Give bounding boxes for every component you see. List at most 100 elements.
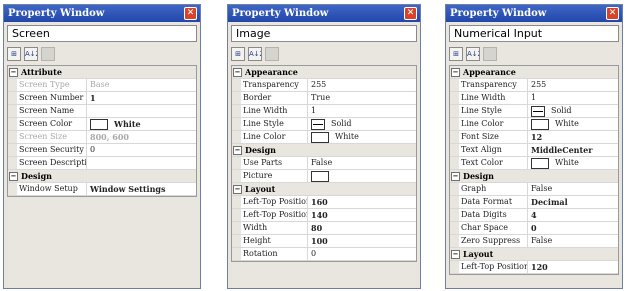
property-value[interactable]: Window Settings bbox=[87, 183, 196, 195]
property-value[interactable]: False bbox=[308, 157, 416, 169]
property-row[interactable]: Screen Color White bbox=[8, 118, 196, 131]
categorized-icon[interactable]: ⊞ bbox=[449, 47, 463, 61]
property-value-text: True bbox=[311, 93, 331, 102]
property-row[interactable]: Rotation 0 bbox=[232, 248, 416, 261]
property-value[interactable] bbox=[87, 105, 196, 117]
property-row[interactable]: Left-Top Position X120 bbox=[450, 261, 618, 274]
sort-alphabetical-icon[interactable]: A↓Z bbox=[466, 47, 480, 61]
category-appearance[interactable]: − Appearance bbox=[450, 66, 618, 79]
property-row[interactable]: Window Setup Window Settings bbox=[8, 183, 196, 196]
property-value[interactable]: 80 bbox=[308, 222, 416, 234]
collapse-icon[interactable]: − bbox=[233, 184, 242, 194]
window-title: Property Window bbox=[232, 8, 329, 19]
property-row[interactable]: Left-Top Position X160 bbox=[232, 196, 416, 209]
property-value[interactable]: False bbox=[528, 235, 618, 247]
property-name: Transparency bbox=[241, 79, 308, 91]
collapse-icon[interactable]: − bbox=[233, 67, 242, 77]
close-icon[interactable]: ✕ bbox=[184, 7, 197, 20]
property-row[interactable]: Screen Name bbox=[8, 105, 196, 118]
property-row[interactable]: Screen Security 0 bbox=[8, 144, 196, 157]
property-name: Line Color bbox=[459, 118, 528, 130]
collapse-icon[interactable]: − bbox=[9, 67, 18, 77]
property-row[interactable]: Line Style Solid bbox=[232, 118, 416, 131]
property-value[interactable]: White bbox=[308, 131, 416, 143]
property-row[interactable]: Transparency 255 bbox=[232, 79, 416, 92]
category-design[interactable]: − Design bbox=[450, 170, 618, 183]
property-value[interactable]: False bbox=[528, 183, 618, 195]
property-row[interactable]: Text Align MiddleCenter bbox=[450, 144, 618, 157]
property-row[interactable]: Height 100 bbox=[232, 235, 416, 248]
property-row[interactable]: Line Width 1 bbox=[450, 92, 618, 105]
property-row[interactable]: Line Color White bbox=[232, 131, 416, 144]
category-attribute[interactable]: − Attribute bbox=[8, 66, 196, 79]
property-row[interactable]: Data Digits 4 bbox=[450, 209, 618, 222]
close-icon[interactable]: ✕ bbox=[606, 7, 619, 20]
collapse-icon[interactable]: − bbox=[9, 171, 18, 181]
property-value[interactable] bbox=[87, 157, 196, 169]
property-value[interactable] bbox=[308, 170, 416, 182]
property-row[interactable]: Picture bbox=[232, 170, 416, 183]
property-row[interactable]: Font Size 12 bbox=[450, 131, 618, 144]
property-value[interactable]: Base bbox=[87, 79, 196, 91]
property-row[interactable]: Graph False bbox=[450, 183, 618, 196]
collapse-icon[interactable]: − bbox=[451, 249, 460, 259]
collapse-icon[interactable]: − bbox=[451, 171, 460, 181]
line-style-icon bbox=[531, 105, 545, 117]
property-value[interactable]: 4 bbox=[528, 209, 618, 221]
property-row[interactable]: Data Format Decimal bbox=[450, 196, 618, 209]
property-value[interactable]: Solid bbox=[528, 105, 618, 117]
property-row[interactable]: Use Parts False bbox=[232, 157, 416, 170]
categorized-icon[interactable]: ⊞ bbox=[7, 47, 21, 61]
property-value[interactable]: White bbox=[87, 118, 196, 130]
property-row[interactable]: Screen Description bbox=[8, 157, 196, 170]
property-row[interactable]: Text Color White bbox=[450, 157, 618, 170]
color-swatch-icon bbox=[90, 118, 108, 130]
property-value[interactable]: White bbox=[528, 118, 618, 130]
property-value[interactable]: White bbox=[528, 157, 618, 169]
categorized-icon[interactable]: ⊞ bbox=[231, 47, 245, 61]
property-row[interactable]: Screen Number 1 bbox=[8, 92, 196, 105]
property-value[interactable]: 0 bbox=[308, 248, 416, 260]
property-row[interactable]: Left-Top Position Y140 bbox=[232, 209, 416, 222]
property-value[interactable]: 0 bbox=[528, 222, 618, 234]
property-row[interactable]: Line Width 1 bbox=[232, 105, 416, 118]
sort-alphabetical-icon[interactable]: A↓Z bbox=[248, 47, 262, 61]
property-value[interactable]: 255 bbox=[528, 79, 618, 91]
property-value[interactable]: 100 bbox=[308, 235, 416, 247]
property-value[interactable]: Solid bbox=[308, 118, 416, 130]
property-value[interactable]: 120 bbox=[528, 261, 618, 273]
sort-alphabetical-icon[interactable]: A↓Z bbox=[24, 47, 38, 61]
close-icon[interactable]: ✕ bbox=[404, 7, 417, 20]
property-value-text: 80 bbox=[311, 223, 323, 233]
property-row[interactable]: Width 80 bbox=[232, 222, 416, 235]
category-appearance[interactable]: − Appearance bbox=[232, 66, 416, 79]
property-value[interactable]: 800, 600 bbox=[87, 131, 196, 143]
property-value[interactable]: 1 bbox=[308, 105, 416, 117]
property-value[interactable]: 140 bbox=[308, 209, 416, 221]
property-value[interactable]: Decimal bbox=[528, 196, 618, 208]
category-design[interactable]: − Design bbox=[8, 170, 196, 183]
collapse-icon[interactable]: − bbox=[451, 67, 460, 77]
property-value[interactable]: 12 bbox=[528, 131, 618, 143]
property-row[interactable]: Screen Type Base bbox=[8, 79, 196, 92]
row-gutter bbox=[232, 222, 241, 234]
property-row[interactable]: Line Style Solid bbox=[450, 105, 618, 118]
property-value[interactable]: 160 bbox=[308, 196, 416, 208]
collapse-icon[interactable]: − bbox=[233, 145, 242, 155]
property-name: Left-Top Position Y bbox=[243, 209, 308, 221]
property-value[interactable]: 255 bbox=[308, 79, 416, 91]
property-row[interactable]: Transparency 255 bbox=[450, 79, 618, 92]
property-value[interactable]: 1 bbox=[528, 92, 618, 104]
category-layout[interactable]: − Layout bbox=[450, 248, 618, 261]
category-design[interactable]: − Design bbox=[232, 144, 416, 157]
property-value[interactable]: MiddleCenter bbox=[528, 144, 618, 156]
category-layout[interactable]: − Layout bbox=[232, 183, 416, 196]
property-row[interactable]: Border True bbox=[232, 92, 416, 105]
property-value[interactable]: True bbox=[308, 92, 416, 104]
property-row[interactable]: Line Color White bbox=[450, 118, 618, 131]
property-value[interactable]: 1 bbox=[87, 92, 196, 104]
property-value[interactable]: 0 bbox=[87, 144, 196, 156]
property-row[interactable]: Screen Size 800, 600 bbox=[8, 131, 196, 144]
property-row[interactable]: Char Space 0 bbox=[450, 222, 618, 235]
property-row[interactable]: Zero Suppress False bbox=[450, 235, 618, 248]
